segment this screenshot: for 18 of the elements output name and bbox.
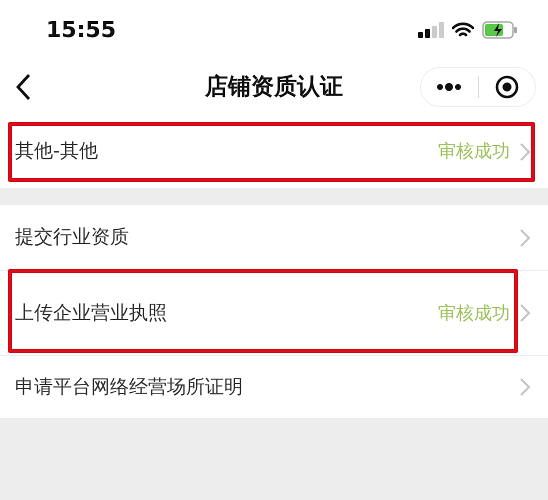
row-label: 其他-其他 <box>15 139 99 164</box>
chevron-right-icon <box>520 228 530 246</box>
status-text: 审核成功 <box>438 302 510 326</box>
target-icon <box>494 75 519 99</box>
signal-icon <box>418 22 444 38</box>
status-text: 审核成功 <box>438 140 510 164</box>
list-row[interactable]: 上传企业营业执照 审核成功 <box>0 270 548 355</box>
chevron-right-icon <box>520 142 530 160</box>
wifi-icon <box>452 22 474 38</box>
more-icon <box>436 83 462 91</box>
row-label: 提交行业资质 <box>15 225 130 250</box>
chevron-right-icon <box>520 378 530 396</box>
page-title: 店铺资质认证 <box>205 73 343 102</box>
row-label: 申请平台网络经营场所证明 <box>15 374 244 400</box>
battery-charging-icon <box>482 21 518 39</box>
chevron-right-icon <box>520 304 530 322</box>
status-time: 15:55 <box>46 16 116 44</box>
row-label: 上传企业营业执照 <box>15 300 168 326</box>
